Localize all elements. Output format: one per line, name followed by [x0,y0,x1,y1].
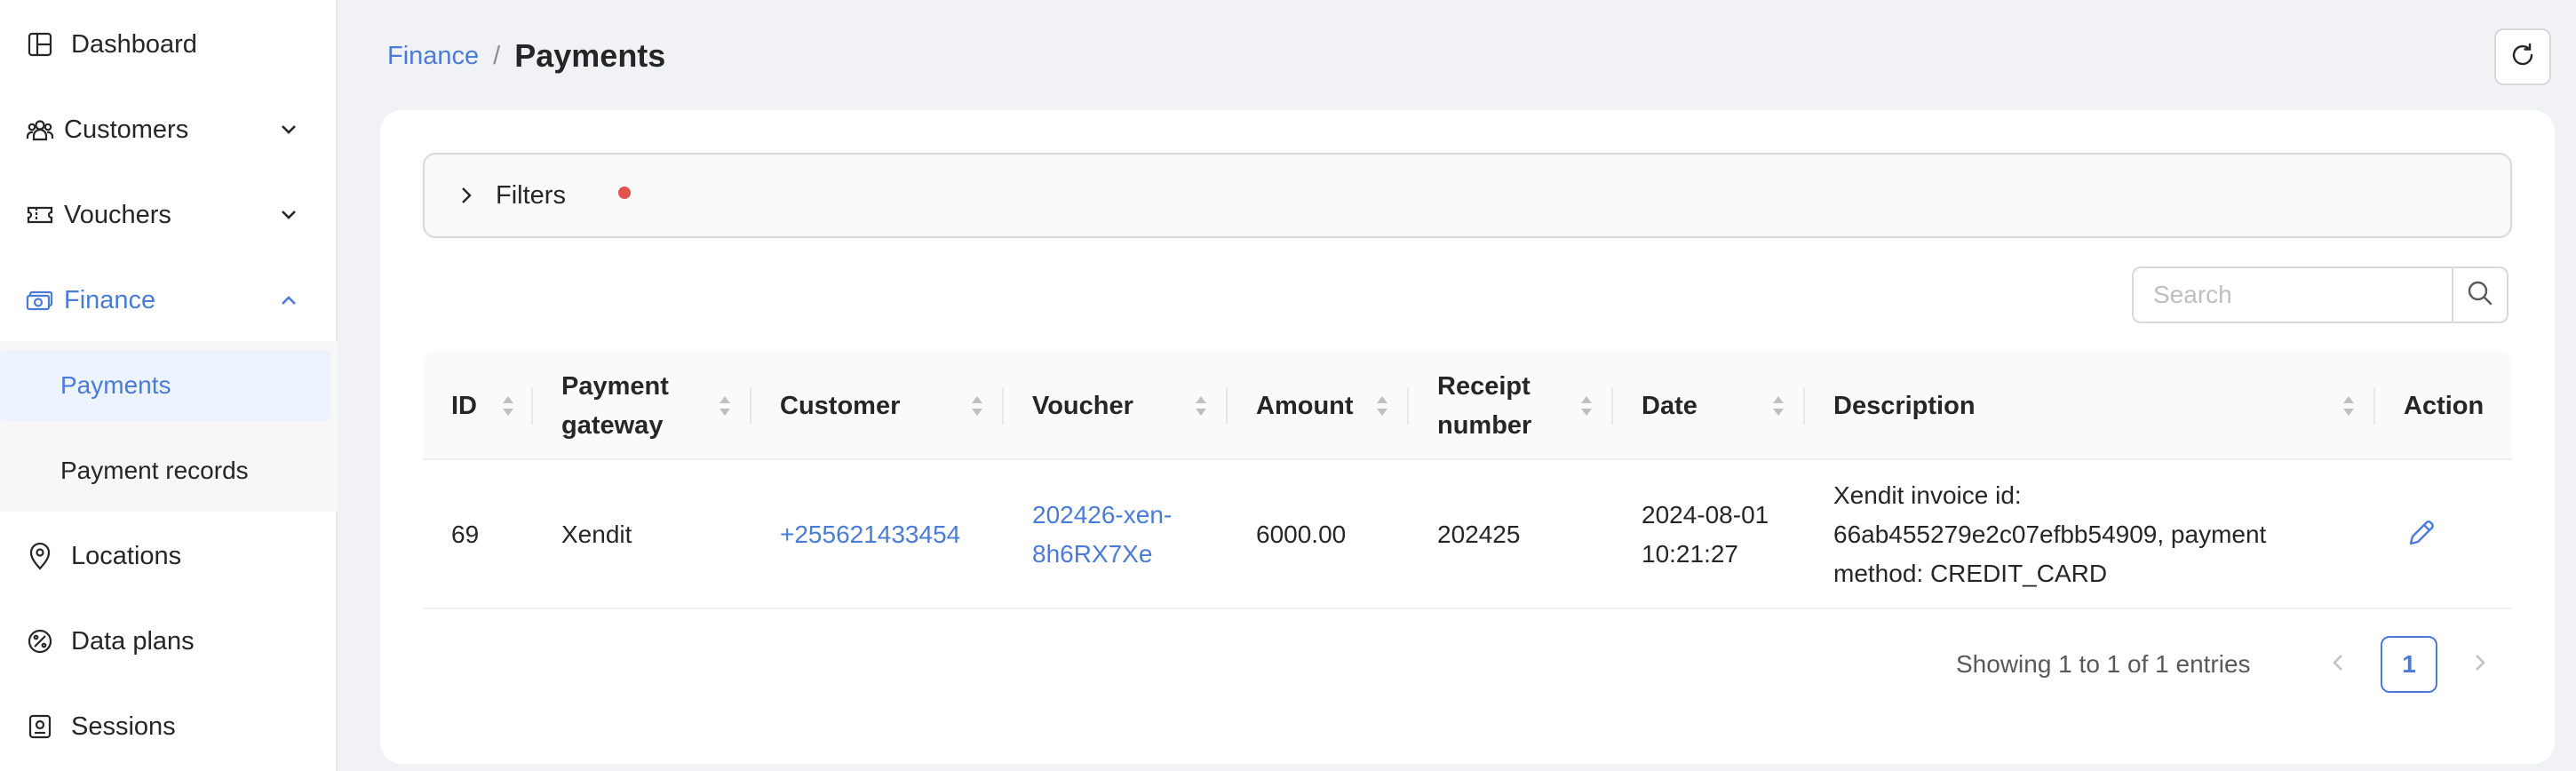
column-header-payment-gateway[interactable]: Payment gateway [533,352,751,460]
sort-icon [2343,396,2354,416]
column-header-label: ID [451,392,477,420]
sidebar-item-payment-records[interactable]: Payment records [0,435,330,506]
cell-voucher: 202426-xen-8h6RX7Xe [1004,460,1228,609]
column-header-date[interactable]: Date [1613,352,1805,460]
column-header-label: Action [2404,392,2485,420]
cell-receipt-number: 202425 [1409,460,1613,609]
sidebar-item-data-plans[interactable]: Data plans [0,599,338,684]
cell-text: 2024-08-01 10:21:27 [1642,501,1769,568]
sort-icon [503,396,513,416]
chevron-up-icon [277,289,300,312]
dashboard-icon [25,29,55,60]
voucher-link[interactable]: 202426-xen-8h6RX7Xe [1004,496,1181,574]
filters-collapse[interactable]: Filters [423,153,2512,238]
sort-icon [972,396,982,416]
sidebar-item-label: Customers [64,115,189,144]
column-header-label: Amount [1256,392,1354,420]
cell-description: Xendit invoice id: 66ab455279e2c07efbb54… [1805,460,2375,609]
column-header-action: Action [2375,352,2512,460]
sort-icon [1581,396,1592,416]
chevron-down-icon [277,118,300,141]
cell-text: 202425 [1437,521,1521,548]
column-header-amount[interactable]: Amount [1228,352,1409,460]
session-icon [25,711,55,742]
cell-customer: +255621433454 [751,460,1004,609]
pagination-info: Showing 1 to 1 of 1 entries [1956,650,2251,678]
column-header-voucher[interactable]: Voucher [1004,352,1228,460]
column-header-label: Description [1833,392,1976,420]
sidebar-item-sessions[interactable]: Sessions [0,684,338,769]
sidebar-item-customers[interactable]: Customers [0,87,338,172]
sidebar-item-label: Finance [64,285,156,314]
payments-card: Filters ID Payment gateway [380,110,2555,764]
ticket-icon [25,200,55,230]
chevron-left-icon [2332,653,2344,677]
chevron-down-icon [277,203,300,227]
cell-date: 2024-08-01 10:21:27 [1613,460,1805,609]
table-row: 69 Xendit +255621433454 202426-xen-8h6RX… [423,460,2512,609]
sidebar-item-payments[interactable]: Payments [0,350,330,421]
column-header-description[interactable]: Description [1805,352,2375,460]
column-header-receipt-number[interactable]: Receipt number [1409,352,1613,460]
cell-text: Xendit [561,521,632,548]
breadcrumb-separator: / [493,41,501,70]
percent-icon [25,626,55,656]
sort-icon [720,396,730,416]
cell-payment-gateway: Xendit [533,460,751,609]
page-title: Payments [514,37,666,74]
sidebar-item-dashboard[interactable]: Dashboard [0,2,338,87]
pagination-prev-button[interactable] [2318,636,2357,693]
column-header-label: Customer [780,392,901,420]
sort-icon [1196,396,1206,416]
search-input[interactable] [2132,266,2452,323]
sidebar-item-vouchers[interactable]: Vouchers [0,172,338,258]
column-header-customer[interactable]: Customer [751,352,1004,460]
sidebar-item-label: Payments [60,371,171,399]
filters-label: Filters [496,180,566,210]
sort-icon [1773,396,1784,416]
cell-text: Xendit invoice id: 66ab455279e2c07efbb54… [1833,481,2267,587]
sidebar-item-locations[interactable]: Locations [0,513,338,599]
filters-active-indicator [618,187,631,199]
payments-table: ID Payment gateway Customer Voucher Amou [423,352,2512,609]
column-header-label: Receipt number [1437,372,1532,440]
chevron-right-icon [457,186,476,205]
breadcrumb: Finance / Payments [387,32,665,80]
column-header-id[interactable]: ID [423,352,533,460]
sidebar-item-label: Locations [71,541,182,570]
pencil-icon [2406,518,2437,552]
edit-button[interactable] [2404,517,2439,552]
cell-text: 6000.00 [1256,521,1347,548]
sidebar-item-label: Data plans [71,626,195,656]
pagination-next-button[interactable] [2461,636,2500,693]
money-icon [25,285,55,315]
sidebar-item-label: Payment records [60,457,249,484]
column-header-label: Voucher [1032,392,1133,420]
column-header-label: Payment gateway [561,372,669,440]
refresh-button[interactable] [2494,28,2551,85]
chevron-right-icon [2474,653,2486,677]
sidebar-item-finance[interactable]: Finance [0,258,338,343]
pagination-page-1[interactable]: 1 [2381,636,2437,693]
cell-id: 69 [423,460,533,609]
refresh-icon [2508,41,2537,74]
customer-link[interactable]: +255621433454 [751,515,960,554]
location-pin-icon [25,541,55,571]
search-box [2132,266,2508,323]
sidebar-item-label: Vouchers [64,200,171,229]
cell-amount: 6000.00 [1228,460,1409,609]
breadcrumb-finance-link[interactable]: Finance [387,42,479,71]
sort-icon [1377,396,1387,416]
table-header: ID Payment gateway Customer Voucher Amou [423,352,2512,460]
search-icon [2466,279,2494,312]
column-header-label: Date [1642,392,1697,420]
sidebar: Dashboard Customers Vouchers Finance Pay… [0,0,338,771]
sidebar-item-label: Dashboard [71,29,197,59]
search-button[interactable] [2452,266,2508,323]
cell-text: 69 [451,521,480,548]
users-icon [25,115,55,145]
sidebar-item-label: Sessions [71,711,176,741]
